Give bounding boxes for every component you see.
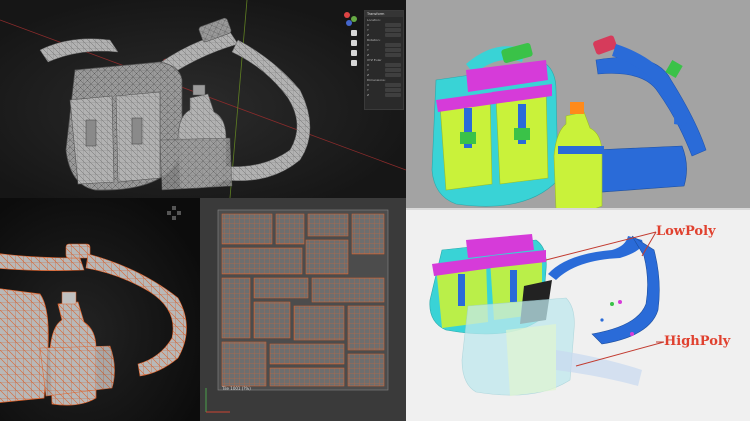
secondary-3d-viewport[interactable] — [0, 198, 200, 421]
lowpoly-wire-scene — [0, 206, 187, 406]
orange-cap — [570, 102, 584, 114]
uv-tile-label: Tile 1001 (?%) — [222, 386, 251, 391]
lime-bottle — [553, 111, 603, 210]
zoom-icon[interactable] — [351, 30, 357, 36]
camera-icon[interactable] — [351, 50, 357, 56]
colored-bag-render — [431, 35, 707, 210]
highpoly-callout-line — [575, 341, 665, 367]
wireframe-bag-scene — [0, 0, 406, 198]
transform-sidebar-panel[interactable]: Transform Location: X Y Z Rotation: X Y … — [364, 10, 404, 110]
low-high-poly-scene — [429, 231, 665, 396]
grid-icon[interactable] — [351, 60, 357, 66]
uv-editor[interactable]: Tile 1001 (?%) — [200, 198, 406, 421]
main-3d-viewport[interactable]: Transform Location: X Y Z Rotation: X Y … — [0, 0, 406, 198]
pan-hand-icon[interactable] — [351, 40, 357, 46]
buckle-mesh-orange — [65, 243, 91, 259]
dimensions-z-row[interactable]: Z — [365, 92, 403, 97]
screenshot-collage: Transform Location: X Y Z Rotation: X Y … — [0, 0, 750, 421]
low-high-poly-render: LowPoly HighPoly — [406, 210, 750, 421]
strap-mesh — [221, 39, 311, 182]
highpoly-label: HighPoly — [664, 334, 731, 349]
color-id-render-top — [406, 0, 750, 210]
lowpoly-label: LowPoly — [656, 224, 716, 239]
view-gizmo-icon — [167, 206, 181, 220]
bag-body-orange — [0, 288, 49, 403]
